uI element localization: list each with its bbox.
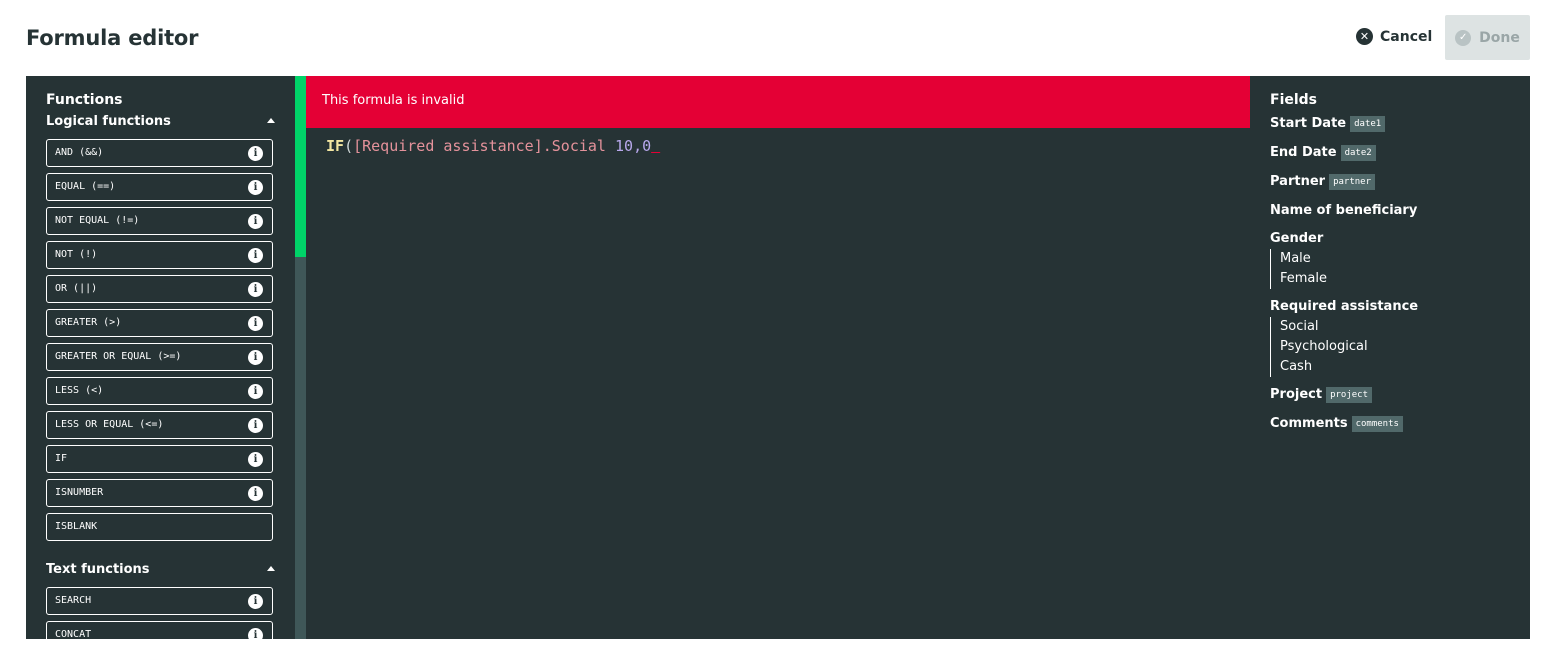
formula-function-token: IF — [326, 137, 345, 155]
field-tag: comments — [1351, 416, 1403, 432]
cancel-label: Cancel — [1380, 28, 1433, 45]
formula-number-token: 0 — [642, 137, 652, 155]
info-icon[interactable]: i — [248, 452, 263, 467]
function-search-button[interactable]: SEARCH i — [46, 587, 273, 615]
function-concat-button[interactable]: CONCAT i — [46, 621, 273, 639]
required-assistance-options: Social Psychological Cash — [1270, 317, 1368, 377]
cancel-button[interactable]: ✕ Cancel — [1356, 28, 1432, 45]
field-project[interactable]: Project project — [1270, 387, 1373, 403]
check-circle-icon: ✓ — [1455, 29, 1472, 46]
field-required-assistance[interactable]: Required assistance — [1270, 299, 1418, 314]
info-icon[interactable]: i — [248, 350, 263, 365]
info-icon[interactable]: i — [248, 418, 263, 433]
function-equal-button[interactable]: EQUAL (==) i — [46, 173, 273, 201]
function-label: ISBLANK — [55, 521, 98, 532]
function-greater-button[interactable]: GREATER (>) i — [46, 309, 273, 337]
close-circle-icon: ✕ — [1356, 28, 1373, 45]
field-tag: date1 — [1350, 116, 1386, 132]
field-label: Comments — [1270, 416, 1348, 431]
field-partner[interactable]: Partner partner — [1270, 174, 1375, 190]
info-icon[interactable]: i — [248, 282, 263, 297]
scrollbar-thumb[interactable] — [295, 76, 306, 257]
option-cash[interactable]: Cash — [1280, 357, 1368, 377]
field-label: Project — [1270, 387, 1323, 402]
field-tag: partner — [1329, 174, 1375, 190]
field-label: Name of beneficiary — [1270, 203, 1418, 218]
field-label: Gender — [1270, 231, 1324, 246]
function-label: GREATER (>) — [55, 317, 122, 328]
field-gender[interactable]: Gender — [1270, 231, 1323, 246]
formula-error-banner: This formula is invalid — [306, 76, 1250, 128]
field-name-of-beneficiary[interactable]: Name of beneficiary — [1270, 203, 1417, 218]
function-less-or-equal-button[interactable]: LESS OR EQUAL (<=) i — [46, 411, 273, 439]
function-if-button[interactable]: IF i — [46, 445, 273, 473]
info-icon[interactable]: i — [248, 384, 263, 399]
logical-functions-heading[interactable]: Logical functions — [46, 114, 275, 129]
function-label: LESS (<) — [55, 385, 104, 396]
info-icon[interactable]: i — [248, 486, 263, 501]
text-functions-label: Text functions — [46, 562, 150, 577]
function-label: ISNUMBER — [55, 487, 104, 498]
function-label: OR (||) — [55, 283, 98, 294]
option-female[interactable]: Female — [1280, 269, 1327, 289]
function-isblank-button[interactable]: ISBLANK — [46, 513, 273, 541]
info-icon[interactable]: i — [248, 214, 263, 229]
function-label: LESS OR EQUAL (<=) — [55, 419, 164, 430]
formula-editor-panel: Functions Logical functions AND (&&) i EQ… — [26, 76, 1530, 639]
functions-panel: Functions Logical functions AND (&&) i EQ… — [26, 76, 295, 639]
page-title: Formula editor — [26, 26, 199, 50]
function-label: AND (&&) — [55, 147, 104, 158]
function-label: EQUAL (==) — [55, 181, 116, 192]
function-not-equal-button[interactable]: NOT EQUAL (!=) i — [46, 207, 273, 235]
field-end-date[interactable]: End Date date2 — [1270, 145, 1376, 161]
function-not-button[interactable]: NOT (!) i — [46, 241, 273, 269]
field-tag: project — [1326, 387, 1373, 403]
fields-panel: Fields Start Date date1 End Date date2 Par… — [1270, 76, 1530, 639]
info-icon[interactable]: i — [248, 146, 263, 161]
info-icon[interactable]: i — [248, 594, 263, 609]
done-label: Done — [1479, 29, 1520, 46]
field-label: Required assistance — [1270, 299, 1419, 314]
function-greater-or-equal-button[interactable]: GREATER OR EQUAL (>=) i — [46, 343, 273, 371]
info-icon[interactable]: i — [248, 628, 263, 639]
info-icon[interactable]: i — [248, 316, 263, 331]
text-functions-heading[interactable]: Text functions — [46, 562, 275, 577]
function-or-button[interactable]: OR (||) i — [46, 275, 273, 303]
formula-comma-token: , — [633, 137, 643, 155]
function-label: NOT EQUAL (!=) — [55, 215, 140, 226]
formula-error-marker — [651, 137, 660, 155]
option-male[interactable]: Male — [1280, 249, 1327, 269]
formula-space — [606, 137, 615, 155]
function-label: SEARCH — [55, 595, 92, 606]
field-label: Start Date — [1270, 116, 1347, 131]
field-start-date[interactable]: Start Date date1 — [1270, 116, 1386, 132]
chevron-up-icon[interactable] — [267, 118, 275, 123]
function-isnumber-button[interactable]: ISNUMBER i — [46, 479, 273, 507]
gender-options: Male Female — [1270, 249, 1327, 289]
option-psychological[interactable]: Psychological — [1280, 337, 1368, 357]
chevron-up-icon[interactable] — [267, 566, 275, 571]
formula-input[interactable]: IF([Required assistance].Social 10,0 — [326, 137, 660, 155]
field-label: End Date — [1270, 145, 1337, 160]
field-label: Partner — [1270, 174, 1326, 189]
function-label: NOT (!) — [55, 249, 98, 260]
function-label: GREATER OR EQUAL (>=) — [55, 351, 182, 362]
functions-heading: Functions — [46, 92, 123, 108]
field-tag: date2 — [1340, 145, 1376, 161]
formula-paren-token: ( — [344, 137, 354, 155]
info-icon[interactable]: i — [248, 180, 263, 195]
function-less-button[interactable]: LESS (<) i — [46, 377, 273, 405]
function-label: IF — [55, 453, 68, 464]
option-social[interactable]: Social — [1280, 317, 1368, 337]
function-and-button[interactable]: AND (&&) i — [46, 139, 273, 167]
info-icon[interactable]: i — [248, 248, 263, 263]
logical-functions-label: Logical functions — [46, 114, 171, 129]
formula-field-token: [Required assistance].Social — [353, 137, 606, 155]
functions-scrollbar[interactable] — [295, 76, 306, 639]
fields-heading: Fields — [1270, 92, 1318, 108]
function-label: CONCAT — [55, 629, 92, 639]
formula-number-token: 10 — [615, 137, 634, 155]
done-button[interactable]: ✓ Done — [1445, 15, 1530, 60]
field-comments[interactable]: Comments comments — [1270, 416, 1403, 432]
